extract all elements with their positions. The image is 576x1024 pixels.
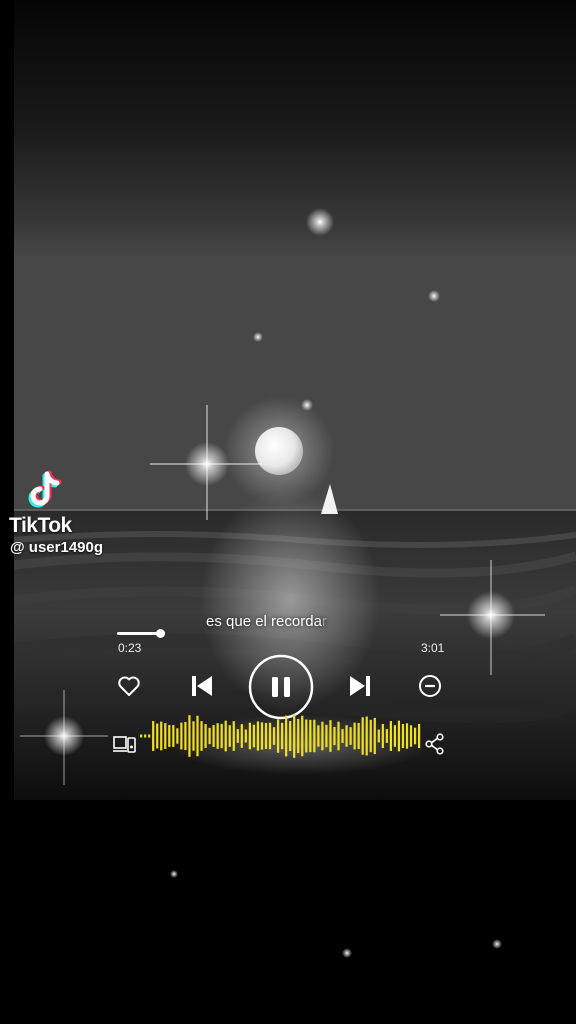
total-time: 3:01: [421, 641, 445, 655]
waveform-bar: [252, 724, 256, 748]
share-icon: [425, 733, 444, 755]
waveform-bar: [240, 724, 243, 748]
waveform-bar: [264, 723, 268, 749]
waveform-bar: [244, 729, 247, 743]
waveform-bar: [321, 721, 324, 751]
waveform-bar: [164, 723, 167, 749]
lyric-text-fading: r: [321, 613, 327, 630]
waveform-bar: [357, 723, 360, 749]
waveform-bar: [341, 729, 344, 743]
tiktok-logo-icon: [28, 470, 62, 508]
waveform-bar: [172, 725, 175, 747]
waveform-bar: [349, 727, 352, 745]
lyric-line: es que el recordar: [206, 613, 327, 630]
waveform-bar: [260, 722, 264, 750]
left-edge-bar: [0, 0, 14, 1024]
audio-waveform: [140, 714, 421, 758]
waveform-bar: [333, 727, 336, 745]
waveform-bar: [168, 725, 171, 747]
waveform-bar: [212, 725, 215, 747]
waveform-bar: [373, 717, 376, 755]
tiktok-brand-name: TikTok: [9, 514, 72, 537]
waveform-bar: [301, 715, 304, 757]
waveform-bar: [377, 729, 380, 743]
waveform-bar: [361, 717, 364, 755]
waveform-bar: [152, 721, 155, 751]
waveform-bar: [365, 716, 368, 756]
next-button[interactable]: [348, 674, 372, 698]
waveform-bar: [325, 724, 328, 748]
waveform-bar: [297, 718, 300, 754]
minus-circle-icon: [419, 675, 441, 697]
waveform-bar: [200, 721, 203, 751]
waveform-bar: [345, 725, 348, 747]
waveform-bar: [353, 722, 356, 750]
waveform-bar: [281, 722, 284, 750]
waveform-bar: [220, 723, 223, 749]
current-time: 0:23: [118, 641, 142, 655]
waveform-bar: [337, 721, 340, 751]
waveform-bar: [413, 727, 417, 745]
waveform-bar: [248, 722, 251, 750]
waveform-bar: [309, 719, 312, 753]
like-button[interactable]: [116, 674, 142, 698]
waveform-bar: [329, 720, 332, 752]
waveform-bar: [204, 724, 207, 748]
waveform-bar: [144, 734, 147, 738]
waveform-bar: [192, 721, 195, 751]
waveform-bar: [236, 729, 239, 743]
waveform-bar: [389, 721, 392, 751]
skip-previous-icon: [192, 676, 212, 696]
heart-icon: [118, 676, 140, 696]
waveform-bar: [405, 723, 409, 749]
waveform-bar: [180, 722, 183, 750]
waveform-bar: [409, 725, 413, 747]
waveform-bar: [256, 721, 260, 751]
waveform-bar: [369, 719, 372, 753]
waveform-bar: [305, 719, 308, 753]
previous-button[interactable]: [190, 674, 214, 698]
devices-icon: [113, 736, 136, 753]
waveform-bar: [140, 734, 143, 738]
waveform-bar: [276, 719, 280, 753]
progress-knob[interactable]: [156, 629, 165, 638]
waveform-bar: [268, 722, 272, 750]
pause-icon: [248, 654, 314, 720]
waveform-bar: [393, 725, 397, 747]
waveform-bar: [285, 715, 288, 757]
share-button[interactable]: [425, 733, 445, 755]
remove-button[interactable]: [418, 674, 442, 698]
waveform-bar: [228, 725, 231, 747]
waveform-bar: [216, 723, 219, 749]
night-ocean-background: [0, 0, 576, 1024]
devices-button[interactable]: [113, 734, 137, 754]
lyric-text: es que el recorda: [206, 613, 322, 630]
progress-bar-fill[interactable]: [117, 632, 161, 635]
waveform-bar: [385, 729, 388, 743]
waveform-bar: [224, 720, 227, 752]
tiktok-username: @ user1490g: [10, 539, 104, 556]
waveform-bar: [148, 734, 151, 738]
skip-next-icon: [350, 676, 370, 696]
waveform-bar: [397, 720, 401, 752]
waveform-bar: [417, 723, 421, 749]
waveform-bar: [317, 725, 320, 747]
waveform-bar: [160, 721, 163, 751]
waveform-bar: [313, 719, 316, 753]
waveform-bar: [156, 723, 159, 749]
waveform-bar: [188, 715, 191, 757]
waveform-bar: [232, 721, 235, 751]
waveform-bar: [208, 727, 211, 745]
waveform-bar: [272, 727, 276, 745]
waveform-bar: [401, 723, 405, 749]
waveform-bar: [293, 714, 296, 758]
waveform-bar: [184, 721, 187, 751]
pause-button[interactable]: [248, 654, 314, 720]
waveform-bar: [196, 715, 199, 757]
waveform-bar: [381, 724, 384, 748]
waveform-bar: [176, 728, 179, 744]
waveform-bar: [289, 721, 292, 751]
